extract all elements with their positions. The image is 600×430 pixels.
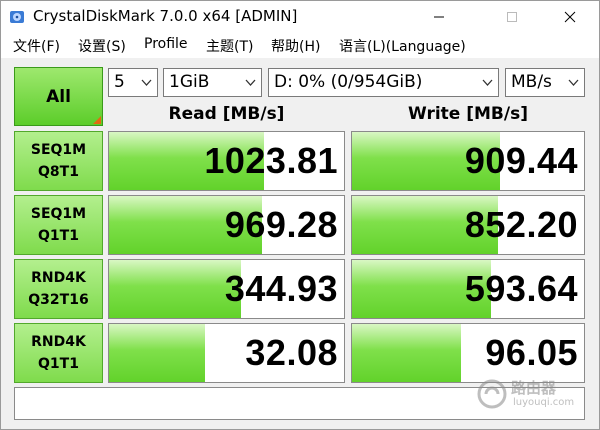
- all-button[interactable]: All: [14, 67, 103, 126]
- write-result-value: 852.20: [464, 204, 578, 245]
- close-button[interactable]: [547, 1, 593, 32]
- minimize-button[interactable]: [416, 1, 462, 32]
- close-icon: [564, 11, 576, 22]
- unit-value: MB/s: [511, 72, 552, 92]
- test-button-seq1m-q8t1[interactable]: SEQ1M Q8T1: [14, 131, 103, 191]
- all-button-label: All: [46, 86, 71, 107]
- watermark-text: 路由器: [511, 379, 557, 397]
- menu-help[interactable]: 帮助(H): [271, 36, 320, 56]
- count-select[interactable]: 5: [108, 68, 158, 97]
- maximize-button[interactable]: [489, 1, 535, 32]
- drive-value: D: 0% (0/954GiB): [274, 72, 423, 92]
- menu-bar: 文件(F) 设置(S) Profile 主题(T) 帮助(H) 语言(L)(La…: [1, 32, 599, 58]
- read-result-bar: [109, 260, 241, 318]
- router-logo-icon: [477, 379, 507, 409]
- app-window: CrystalDiskMark 7.0.0 x64 [ADMIN] 文件(F) …: [0, 0, 600, 430]
- read-result-value: 344.93: [224, 268, 338, 309]
- test-label-line2: Q8T1: [38, 164, 79, 180]
- menu-language[interactable]: 语言(L)(Language): [339, 36, 466, 56]
- window-title: CrystalDiskMark 7.0.0 x64 [ADMIN]: [33, 7, 298, 25]
- read-result-value: 969.28: [224, 204, 338, 245]
- chevron-down-icon: [568, 79, 579, 86]
- test-button-rnd4k-q1t1[interactable]: RND4K Q1T1: [14, 323, 103, 383]
- write-result-value: 909.44: [464, 140, 578, 181]
- write-result-cell: 96.05: [351, 323, 585, 383]
- unit-select[interactable]: MB/s: [505, 68, 585, 97]
- count-value: 5: [114, 72, 125, 92]
- write-result-cell: 909.44: [351, 131, 585, 191]
- read-result-cell: 1023.81: [108, 131, 345, 191]
- watermark-url: luyouqi.com: [513, 397, 575, 408]
- read-result-value: 32.08: [245, 332, 338, 373]
- read-result-value: 1023.81: [204, 140, 338, 181]
- read-header: Read [MB/s]: [168, 104, 285, 124]
- title-bar[interactable]: CrystalDiskMark 7.0.0 x64 [ADMIN]: [1, 1, 599, 32]
- main-panel: All 5 1GiB D: 0% (0/954GiB) MB/s Read [M…: [1, 58, 599, 429]
- test-button-seq1m-q1t1[interactable]: SEQ1M Q1T1: [14, 195, 103, 255]
- test-button-rnd4k-q32t16[interactable]: RND4K Q32T16: [14, 259, 103, 319]
- write-result-value: 593.64: [464, 268, 578, 309]
- read-result-cell: 32.08: [108, 323, 345, 383]
- read-result-cell: 344.93: [108, 259, 345, 319]
- test-label-line2: Q1T1: [38, 356, 79, 372]
- test-label-line2: Q32T16: [28, 292, 89, 308]
- size-value: 1GiB: [169, 72, 210, 92]
- minimize-icon: [434, 16, 444, 17]
- size-select[interactable]: 1GiB: [163, 68, 262, 97]
- write-result-cell: 852.20: [351, 195, 585, 255]
- write-result-bar: [352, 324, 462, 382]
- read-result-bar: [109, 324, 206, 382]
- drive-select[interactable]: D: 0% (0/954GiB): [268, 68, 499, 97]
- menu-theme[interactable]: 主题(T): [206, 36, 253, 56]
- write-header: Write [MB/s]: [408, 104, 528, 124]
- chevron-down-icon: [141, 79, 152, 86]
- test-label-line1: SEQ1M: [30, 206, 87, 222]
- test-label-line1: RND4K: [31, 270, 86, 286]
- chevron-down-icon: [482, 79, 493, 86]
- menu-file[interactable]: 文件(F): [13, 36, 60, 56]
- maximize-icon: [507, 11, 517, 22]
- test-label-line1: RND4K: [31, 334, 86, 350]
- disk-icon: [10, 11, 24, 23]
- chevron-down-icon: [245, 79, 256, 86]
- test-label-line1: SEQ1M: [30, 142, 87, 158]
- read-result-cell: 969.28: [108, 195, 345, 255]
- corner-indicator: [93, 116, 101, 124]
- menu-settings[interactable]: 设置(S): [78, 36, 126, 56]
- test-label-line2: Q1T1: [38, 228, 79, 244]
- write-result-cell: 593.64: [351, 259, 585, 319]
- write-result-value: 96.05: [485, 332, 578, 373]
- menu-profile[interactable]: Profile: [144, 36, 188, 52]
- watermark: 路由器 luyouqi.com: [477, 375, 587, 415]
